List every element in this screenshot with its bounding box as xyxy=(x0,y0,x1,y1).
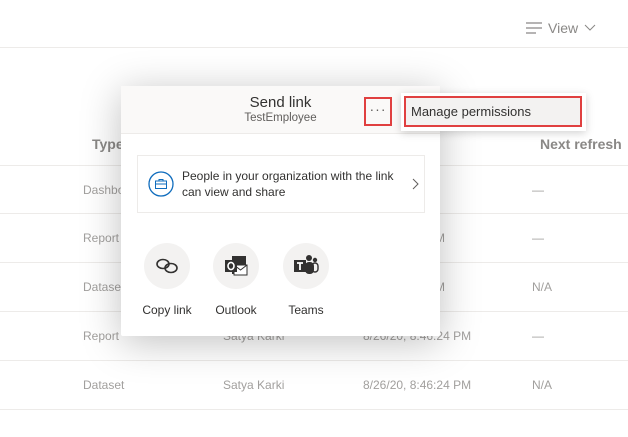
chevron-right-icon xyxy=(412,178,419,190)
dialog-subtitle: TestEmployee xyxy=(244,112,317,124)
menu-item-manage-permissions[interactable]: Manage permissions xyxy=(404,96,582,127)
table-cell-next: — xyxy=(532,231,544,245)
table-cell-next: N/A xyxy=(532,280,553,294)
teams-label: Teams xyxy=(288,303,324,317)
table-cell-type: Dataset xyxy=(83,378,125,392)
teams-button[interactable]: Teams xyxy=(271,243,341,317)
send-link-dialog: Send link TestEmployee ··· People in you… xyxy=(121,86,440,336)
table-cell-owner: Satya Karki xyxy=(223,378,285,392)
table-cell-next: — xyxy=(532,183,544,197)
table-cell-type: Report xyxy=(83,329,120,343)
table-cell-refreshed: 8/26/20, 8:46:24 PM xyxy=(363,378,472,392)
row-divider xyxy=(0,360,628,361)
dialog-header: Send link TestEmployee xyxy=(121,86,440,134)
more-options-button[interactable]: ··· xyxy=(364,97,392,126)
copy-link-button[interactable]: Copy link xyxy=(132,243,202,317)
more-options-menu: Manage permissions xyxy=(401,93,586,131)
view-label: View xyxy=(548,20,579,36)
toolbar-divider xyxy=(0,47,628,48)
view-button[interactable]: View xyxy=(526,20,596,36)
outlook-label: Outlook xyxy=(215,303,257,317)
outlook-button[interactable]: Outlook xyxy=(201,243,271,317)
table-cell-type: Dataset xyxy=(83,280,125,294)
chevron-down-icon xyxy=(584,24,596,31)
link-icon xyxy=(156,258,178,274)
lines-icon xyxy=(526,22,542,34)
outlook-icon xyxy=(225,256,248,276)
table-cell-type: Report xyxy=(83,231,120,245)
briefcase-icon xyxy=(148,171,174,197)
dialog-title: Send link xyxy=(249,94,312,111)
table-cell-type: Dashbo xyxy=(83,183,125,197)
table-cell-next: — xyxy=(532,329,544,343)
column-header-type[interactable]: Type xyxy=(92,136,124,152)
copy-link-label: Copy link xyxy=(142,303,192,317)
column-header-next-refresh[interactable]: Next refresh xyxy=(540,136,622,152)
link-scope-text: People in your organization with the lin… xyxy=(182,169,394,199)
table-cell-next: N/A xyxy=(532,378,553,392)
teams-icon xyxy=(294,255,319,274)
row-divider xyxy=(0,409,628,410)
link-scope-setting[interactable]: People in your organization with the lin… xyxy=(137,155,425,213)
